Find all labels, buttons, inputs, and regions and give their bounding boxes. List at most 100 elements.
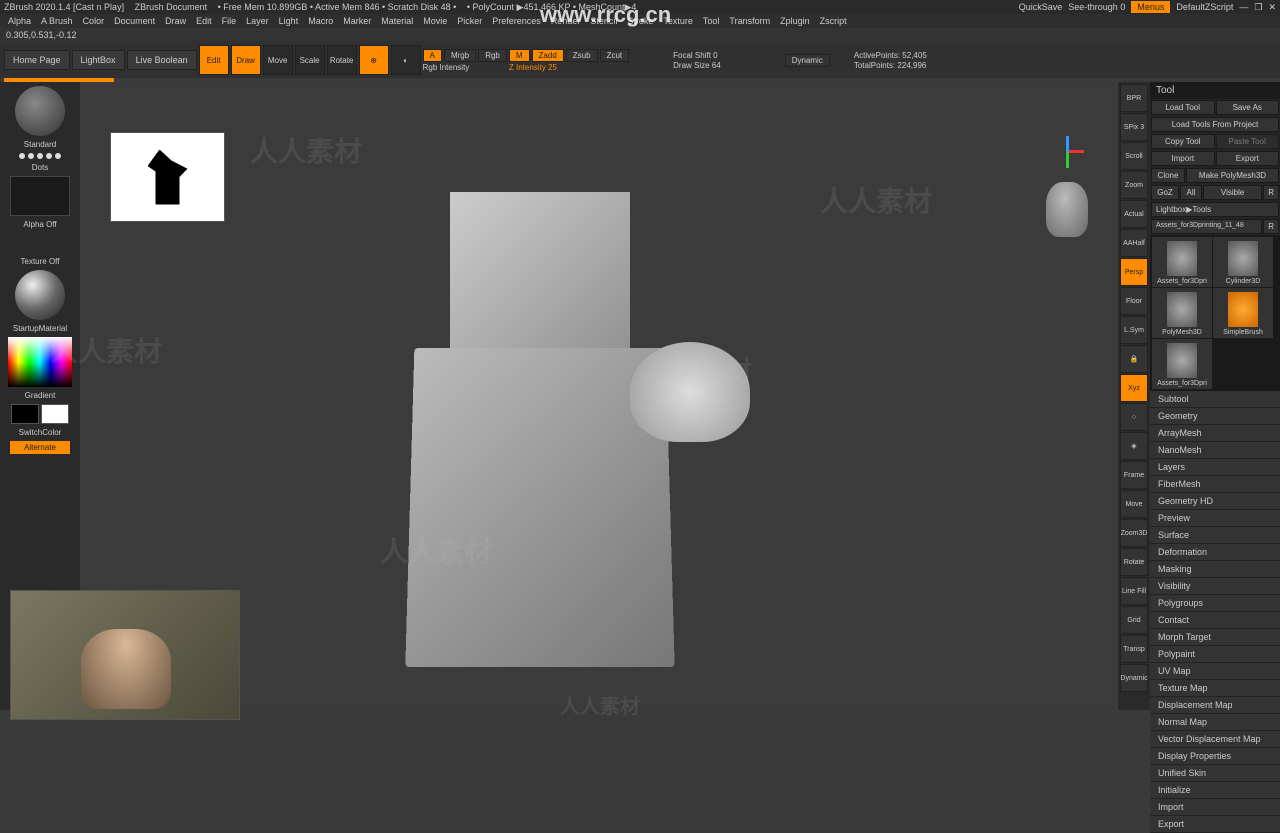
section-preview[interactable]: Preview [1150, 510, 1280, 527]
section-surface[interactable]: Surface [1150, 527, 1280, 544]
swatch-black[interactable] [11, 404, 39, 424]
rotate-mode-button[interactable]: Rotate [327, 45, 357, 75]
color-picker[interactable] [8, 337, 72, 387]
rtool-13[interactable]: Frame [1120, 461, 1148, 489]
section-morph-target[interactable]: Morph Target [1150, 629, 1280, 646]
menu-document[interactable]: Document [110, 16, 159, 26]
close-icon[interactable]: ✕ [1268, 2, 1276, 13]
rtool-15[interactable]: Zoom3D [1120, 519, 1148, 547]
menu-stroke[interactable]: Stroke [623, 16, 657, 26]
menu-color[interactable]: Color [79, 16, 109, 26]
menu-macro[interactable]: Macro [304, 16, 337, 26]
menu-material[interactable]: Material [377, 16, 417, 26]
menu-marker[interactable]: Marker [339, 16, 375, 26]
rtool-5[interactable]: AAHalf [1120, 229, 1148, 257]
lightbox-tools-button[interactable]: Lightbox▶Tools [1151, 202, 1279, 217]
goz-visible-button[interactable]: Visible [1203, 185, 1262, 200]
section-polypaint[interactable]: Polypaint [1150, 646, 1280, 663]
swatch-white[interactable] [41, 404, 69, 424]
sculpt-mesh[interactable] [410, 192, 720, 662]
rtool-17[interactable]: Line Fill [1120, 577, 1148, 605]
section-displacement-map[interactable]: Displacement Map [1150, 697, 1280, 714]
mrgb-button[interactable]: Mrgb [444, 49, 476, 62]
zsub-button[interactable]: Zsub [566, 49, 598, 62]
menu-light[interactable]: Light [275, 16, 303, 26]
menu-movie[interactable]: Movie [419, 16, 451, 26]
section-unified-skin[interactable]: Unified Skin [1150, 765, 1280, 782]
home-page-button[interactable]: Home Page [4, 50, 70, 70]
a-toggle[interactable]: A [423, 49, 442, 62]
alpha-thumbnail[interactable] [10, 176, 70, 216]
menu-transform[interactable]: Transform [725, 16, 774, 26]
default-zscript[interactable]: DefaultZScript [1176, 2, 1233, 12]
section-vector-displacement-map[interactable]: Vector Displacement Map [1150, 731, 1280, 748]
import-button[interactable]: Import [1151, 151, 1215, 166]
thumb-Assets_for3Dpri[interactable]: Assets_for3Dpri [1152, 339, 1212, 389]
menu-picker[interactable]: Picker [453, 16, 486, 26]
switch-color-label[interactable]: SwitchColor [19, 428, 62, 437]
z-intensity-slider[interactable]: Z Intensity 25 [509, 63, 557, 72]
section-deformation[interactable]: Deformation [1150, 544, 1280, 561]
thumb-PolyMesh3D[interactable]: PolyMesh3D [1152, 288, 1212, 338]
goz-all-button[interactable]: All [1180, 185, 1202, 200]
section-subtool[interactable]: Subtool [1150, 391, 1280, 408]
section-texture-map[interactable]: Texture Map [1150, 680, 1280, 697]
maximize-icon[interactable]: ❐ [1254, 2, 1262, 13]
section-import[interactable]: Import [1150, 799, 1280, 816]
menu-render[interactable]: Render [547, 16, 585, 26]
clone-button[interactable]: Clone [1151, 168, 1185, 183]
section-fibermesh[interactable]: FiberMesh [1150, 476, 1280, 493]
section-masking[interactable]: Masking [1150, 561, 1280, 578]
rtool-10[interactable]: Xyz [1120, 374, 1148, 402]
copy-tool-button[interactable]: Copy Tool [1151, 134, 1215, 149]
rtool-3[interactable]: Zoom [1120, 171, 1148, 199]
zcut-button[interactable]: Zcut [600, 49, 630, 62]
live-boolean-button[interactable]: Live Boolean [127, 50, 197, 70]
current-r-button[interactable]: R [1263, 219, 1279, 234]
section-polygroups[interactable]: Polygroups [1150, 595, 1280, 612]
rtool-19[interactable]: Transp [1120, 635, 1148, 663]
rtool-18[interactable]: Grid [1120, 606, 1148, 634]
rtool-20[interactable]: Dynamic [1120, 664, 1148, 692]
menu-draw[interactable]: Draw [161, 16, 190, 26]
menu-file[interactable]: File [218, 16, 241, 26]
draw-size-slider[interactable]: Draw Size 64 [673, 61, 721, 70]
thumb-Cylinder3D[interactable]: Cylinder3D [1213, 237, 1273, 287]
section-geometry[interactable]: Geometry [1150, 408, 1280, 425]
menu-zplugin[interactable]: Zplugin [776, 16, 814, 26]
menu-edit[interactable]: Edit [192, 16, 216, 26]
menu-alpha[interactable]: Alpha [4, 16, 35, 26]
zadd-button[interactable]: Zadd [532, 49, 564, 62]
section-export[interactable]: Export [1150, 816, 1280, 833]
save-as-button[interactable]: Save As [1216, 100, 1280, 115]
menu-tool[interactable]: Tool [699, 16, 724, 26]
rtool-11[interactable]: ○ [1120, 403, 1148, 431]
paste-tool-button[interactable]: Paste Tool [1216, 134, 1280, 149]
alternate-button[interactable]: Alternate [10, 441, 70, 454]
section-geometry-hd[interactable]: Geometry HD [1150, 493, 1280, 510]
focal-shift-slider[interactable]: Focal Shift 0 [673, 51, 721, 60]
thumb-Assets_for3Dpri[interactable]: Assets_for3Dpri [1152, 237, 1212, 287]
quicksave-button[interactable]: QuickSave [1019, 2, 1063, 12]
section-nanomesh[interactable]: NanoMesh [1150, 442, 1280, 459]
lightbox-button[interactable]: LightBox [72, 50, 125, 70]
thumb-SimpleBrush[interactable]: SimpleBrush [1213, 288, 1273, 338]
gizmo-button[interactable]: ⊕ [359, 45, 389, 75]
rtool-6[interactable]: Persp [1120, 258, 1148, 286]
section-arraymesh[interactable]: ArrayMesh [1150, 425, 1280, 442]
section-visibility[interactable]: Visibility [1150, 578, 1280, 595]
make-polymesh-button[interactable]: Make PolyMesh3D [1186, 168, 1279, 183]
material-sphere[interactable] [15, 270, 65, 320]
rtool-12[interactable]: ◈ [1120, 432, 1148, 460]
rtool-16[interactable]: Rotate [1120, 548, 1148, 576]
menu-abrush[interactable]: A Brush [37, 16, 77, 26]
section-display-properties[interactable]: Display Properties [1150, 748, 1280, 765]
menu-stencil[interactable]: Stencil [586, 16, 621, 26]
scale-mode-button[interactable]: Scale [295, 45, 325, 75]
move-mode-button[interactable]: Move [263, 45, 293, 75]
edit-mode-button[interactable]: Edit [199, 45, 229, 75]
section-initialize[interactable]: Initialize [1150, 782, 1280, 799]
menu-zscript[interactable]: Zscript [816, 16, 851, 26]
rtool-7[interactable]: Floor [1120, 287, 1148, 315]
rtool-1[interactable]: SPix 3 [1120, 113, 1148, 141]
